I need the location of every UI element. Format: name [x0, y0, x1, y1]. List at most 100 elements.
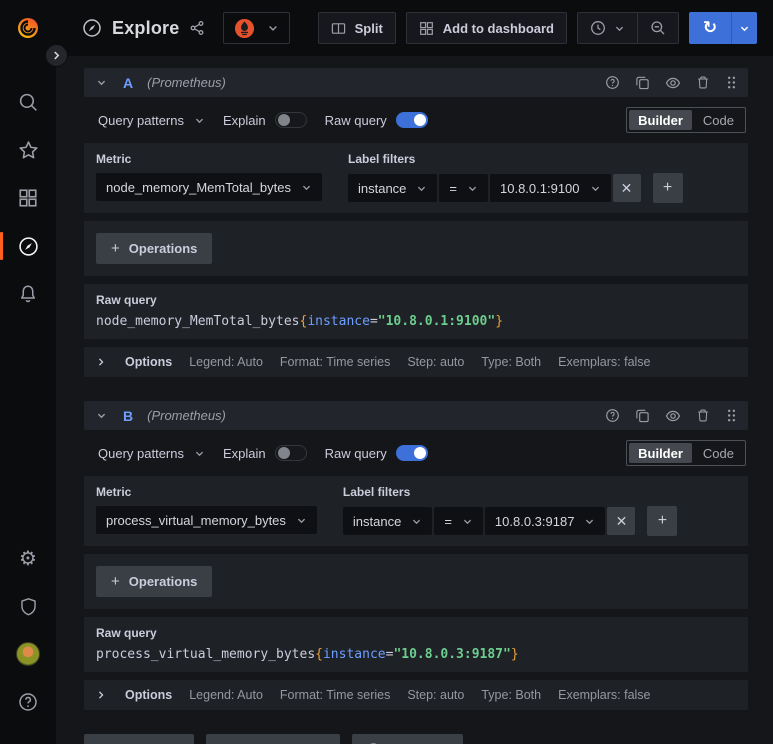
filter-label-value: instance	[352, 513, 402, 529]
query-help-icon[interactable]	[605, 75, 620, 90]
query-ref-id: A	[123, 74, 134, 91]
options-collapsed-row-a[interactable]: Options Legend: Auto Format: Time series…	[84, 347, 748, 377]
time-picker-button[interactable]	[578, 13, 637, 43]
sidebar-expand-button[interactable]	[45, 44, 68, 67]
sidebar-item-configuration[interactable]: ⚙	[0, 534, 56, 582]
raw-query-title: Raw query	[96, 626, 157, 640]
refresh-icon[interactable]: ↻	[689, 12, 731, 44]
add-filter-button[interactable]: +	[647, 506, 678, 536]
sidebar-item-explore[interactable]	[0, 222, 56, 270]
explain-switch[interactable]	[274, 112, 307, 128]
remove-query-trash-icon[interactable]	[696, 408, 710, 423]
raw-label: instance	[307, 314, 370, 329]
options-exemplars: Exemplars: false	[558, 355, 651, 369]
chevron-down-icon	[296, 515, 307, 526]
raw-query-switch[interactable]	[395, 112, 428, 128]
collapse-chevron-icon[interactable]	[96, 77, 107, 88]
collapse-chevron-icon[interactable]	[96, 410, 107, 421]
query-history-button[interactable]: ↺ Query history	[206, 734, 341, 744]
add-query-button[interactable]: + Add query	[84, 734, 195, 744]
remove-query-trash-icon[interactable]	[696, 75, 710, 90]
query-patterns-dropdown[interactable]: Query patterns	[98, 446, 205, 461]
refresh-interval-dropdown[interactable]	[731, 12, 757, 44]
chevron-right-icon	[96, 690, 106, 700]
editor-mode-switch: Builder Code	[626, 440, 746, 466]
add-to-dashboard-label: Add to dashboard	[442, 20, 554, 36]
explain-toggle[interactable]: Explain	[223, 112, 307, 128]
editor-mode-switch: Builder Code	[626, 107, 746, 133]
explain-toggle[interactable]: Explain	[223, 445, 307, 461]
plus-icon: +	[111, 573, 120, 590]
query-help-icon[interactable]	[605, 408, 620, 423]
add-operation-button[interactable]: + Operations	[96, 233, 213, 264]
share-icon[interactable]	[189, 20, 205, 36]
builder-mode-button[interactable]: Builder	[629, 110, 692, 130]
metric-select[interactable]: node_memory_MemTotal_bytes	[96, 173, 322, 201]
add-operation-button[interactable]: + Operations	[96, 566, 213, 597]
raw-query-toggle[interactable]: Raw query	[325, 112, 428, 128]
code-mode-button[interactable]: Code	[694, 443, 743, 463]
duplicate-query-icon[interactable]	[635, 408, 650, 423]
filter-operator-select[interactable]: =	[434, 507, 483, 535]
query-header-a[interactable]: A (Prometheus)	[84, 68, 748, 97]
query-datasource-hint: (Prometheus)	[147, 408, 226, 423]
raw-label: instance	[322, 647, 386, 662]
operations-section-b: + Operations	[84, 554, 748, 609]
drag-handle-icon[interactable]	[725, 75, 738, 90]
filter-operator-select[interactable]: =	[439, 174, 488, 202]
hide-response-eye-icon[interactable]	[665, 408, 681, 424]
explain-switch[interactable]	[274, 445, 307, 461]
datasource-picker[interactable]	[223, 12, 291, 44]
inspector-button[interactable]: Inspector	[352, 734, 463, 744]
raw-brace-open: {	[315, 647, 323, 662]
grafana-logo[interactable]	[0, 15, 56, 41]
filter-label-value: instance	[357, 180, 407, 196]
sidebar-item-search[interactable]	[0, 78, 56, 126]
time-range-picker	[577, 12, 679, 44]
raw-query-switch[interactable]	[395, 445, 428, 461]
filter-value-select[interactable]: 10.8.0.1:9100	[490, 174, 611, 202]
duplicate-query-icon[interactable]	[635, 75, 650, 90]
help-circle-icon	[18, 692, 38, 712]
sidebar-item-server-admin[interactable]	[0, 582, 56, 630]
raw-query-code: node_memory_MemTotal_bytes{instance="10.…	[96, 314, 736, 329]
query-toolbar-a: Query patterns Explain Raw query Builder…	[98, 107, 746, 133]
options-collapsed-row-b[interactable]: Options Legend: Auto Format: Time series…	[84, 680, 748, 710]
query-patterns-dropdown[interactable]: Query patterns	[98, 113, 205, 128]
operations-label: Operations	[128, 241, 198, 256]
raw-metric: process_virtual_memory_bytes	[96, 647, 316, 662]
zoom-out-button[interactable]	[638, 13, 678, 43]
sidebar-item-dashboards[interactable]	[0, 174, 56, 222]
sidebar-item-alerting[interactable]	[0, 270, 56, 318]
query-header-b[interactable]: B (Prometheus)	[84, 401, 748, 430]
operations-label: Operations	[128, 574, 198, 589]
builder-mode-button[interactable]: Builder	[629, 443, 692, 463]
drag-handle-icon[interactable]	[725, 408, 738, 423]
remove-filter-button[interactable]: ✕	[607, 507, 636, 535]
code-mode-button[interactable]: Code	[694, 110, 743, 130]
query-toolbar-b: Query patterns Explain Raw query Builder…	[98, 440, 746, 466]
options-format: Format: Time series	[279, 355, 391, 369]
label-filters-label: Label filters	[342, 485, 411, 499]
add-to-dashboard-button[interactable]: Add to dashboard	[405, 12, 567, 44]
label-filters-field: Label filters instance =	[347, 152, 683, 203]
add-filter-button[interactable]: +	[652, 173, 683, 203]
raw-query-section-b: Raw query process_virtual_memory_bytes{i…	[84, 617, 748, 672]
options-exemplars: Exemplars: false	[558, 688, 651, 702]
split-button[interactable]: Split	[317, 12, 396, 44]
raw-query-toggle[interactable]: Raw query	[325, 445, 428, 461]
query-datasource-hint: (Prometheus)	[147, 75, 226, 90]
hide-response-eye-icon[interactable]	[665, 75, 681, 91]
sidebar-item-starred[interactable]	[0, 126, 56, 174]
filter-label-select[interactable]: instance	[342, 507, 433, 535]
remove-filter-button[interactable]: ✕	[612, 174, 641, 202]
chevron-down-icon	[462, 516, 473, 527]
raw-query-section-a: Raw query node_memory_MemTotal_bytes{ins…	[84, 284, 748, 339]
query-editor-row-b: B (Prometheus) Query patterns Explain Ra…	[84, 401, 748, 710]
metric-select[interactable]: process_virtual_memory_bytes	[96, 506, 317, 534]
sidebar-item-help[interactable]	[0, 678, 56, 726]
filter-label-select[interactable]: instance	[347, 174, 438, 202]
filter-value-select[interactable]: 10.8.0.3:9187	[484, 507, 606, 535]
chevron-down-icon	[411, 516, 422, 527]
sidebar-item-profile[interactable]	[0, 630, 56, 678]
